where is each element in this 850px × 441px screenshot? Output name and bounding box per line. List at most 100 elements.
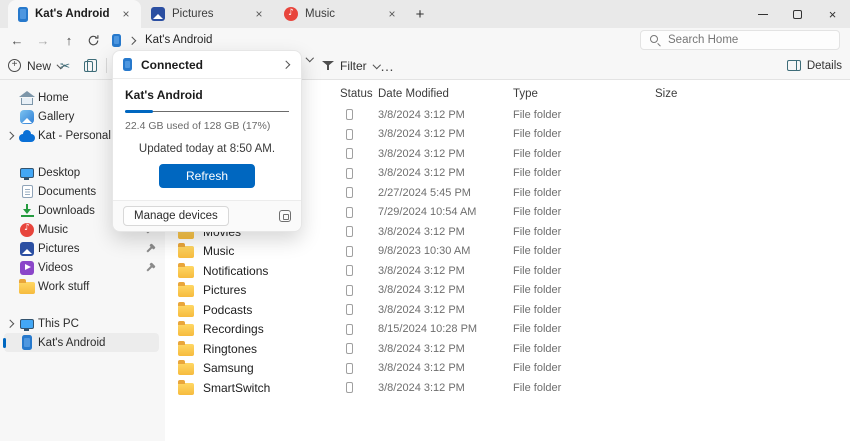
close-button[interactable]: ×	[815, 0, 850, 28]
search-box[interactable]	[640, 30, 840, 50]
on-device-status-icon	[346, 187, 353, 198]
tab-pictures[interactable]: Pictures ×	[141, 0, 274, 28]
on-device-status-icon	[346, 324, 353, 335]
toolbar-divider	[106, 58, 107, 73]
expand-chevron-icon[interactable]	[7, 132, 15, 140]
file-date-modified: 3/8/2024 3:12 PM	[378, 362, 513, 374]
file-date-modified: 2/27/2024 5:45 PM	[378, 187, 513, 199]
on-device-status-icon	[346, 382, 353, 393]
phone-icon	[123, 58, 132, 71]
filter-icon	[322, 60, 334, 72]
device-flyout-header[interactable]: Connected	[113, 51, 301, 79]
file-type: File folder	[513, 206, 655, 218]
sidebar-item-kat-s-android[interactable]: Kat's Android	[4, 333, 159, 352]
file-name: Recordings	[203, 322, 264, 336]
forward-button[interactable]: →	[34, 28, 52, 52]
file-date-modified: 3/8/2024 3:12 PM	[378, 265, 513, 277]
manage-devices-button[interactable]: Manage devices	[123, 206, 229, 226]
new-tab-button[interactable]: +	[407, 0, 433, 28]
search-input[interactable]	[668, 34, 818, 46]
maximize-icon	[793, 10, 802, 19]
sidebar-item-pictures[interactable]: Pictures	[4, 239, 159, 258]
breadcrumb-device[interactable]: Kat's Android	[145, 34, 212, 46]
minimize-icon	[758, 14, 768, 15]
file-row-ringtones[interactable]: Ringtones 3/8/2024 3:12 PM File folder	[165, 339, 850, 359]
view-chevron-down-icon[interactable]	[306, 55, 314, 63]
expand-chevron-icon[interactable]	[7, 320, 15, 328]
file-row-pictures[interactable]: Pictures 3/8/2024 3:12 PM File folder	[165, 281, 850, 301]
connection-status: Connected	[141, 58, 274, 72]
refresh-button[interactable]	[84, 28, 102, 52]
chevron-right-icon[interactable]	[283, 61, 291, 69]
search-icon	[649, 34, 661, 46]
sidebar-item-this-pc[interactable]: This PC	[4, 314, 159, 333]
tab-kat-s-android[interactable]: Kat's Android ×	[8, 0, 141, 28]
file-type: File folder	[513, 226, 655, 238]
file-type: File folder	[513, 167, 655, 179]
device-flyout-footer: Manage devices	[113, 200, 301, 231]
details-view-button[interactable]: Details	[787, 52, 842, 79]
desktop-icon	[20, 168, 34, 178]
file-type: File folder	[513, 148, 655, 160]
file-row-recordings[interactable]: Recordings 8/15/2024 10:28 PM File folde…	[165, 320, 850, 340]
tab-close-icon[interactable]: ×	[385, 7, 399, 21]
tab-music[interactable]: Music ×	[274, 0, 407, 28]
tab-label: Kat's Android	[35, 8, 112, 20]
file-type: File folder	[513, 304, 655, 316]
file-date-modified: 3/8/2024 3:12 PM	[378, 226, 513, 238]
filter-label: Filter	[340, 59, 367, 73]
sidebar-item-videos[interactable]: Videos	[4, 258, 159, 277]
new-button[interactable]: New	[8, 52, 65, 79]
refresh-device-button[interactable]: Refresh	[159, 164, 255, 188]
pictures-icon	[20, 242, 34, 256]
window-controls: ×	[745, 0, 850, 28]
phone-icon[interactable]	[112, 34, 121, 47]
file-date-modified: 9/8/2023 10:30 AM	[378, 245, 513, 257]
minimize-button[interactable]	[745, 0, 780, 28]
manage-devices-icon[interactable]	[279, 210, 291, 222]
new-label: New	[27, 59, 51, 73]
storage-progress-bar	[125, 110, 289, 113]
pictures-icon	[151, 7, 165, 21]
column-header-status[interactable]: Status	[335, 88, 378, 100]
more-options-button[interactable]: …	[380, 52, 395, 79]
file-type: File folder	[513, 284, 655, 296]
on-device-status-icon	[346, 246, 353, 257]
folder-icon	[178, 363, 194, 375]
back-button[interactable]: ←	[8, 28, 26, 52]
gallery-icon	[20, 110, 34, 124]
on-device-status-icon	[346, 168, 353, 179]
file-row-samsung[interactable]: Samsung 3/8/2024 3:12 PM File folder	[165, 359, 850, 379]
sidebar-item-label: Kat's Android	[38, 337, 155, 349]
device-name: Kat's Android	[125, 88, 289, 102]
file-date-modified: 3/8/2024 3:12 PM	[378, 284, 513, 296]
file-row-podcasts[interactable]: Podcasts 3/8/2024 3:12 PM File folder	[165, 300, 850, 320]
pc-icon	[20, 319, 34, 329]
sidebar-item-work-stuff[interactable]: Work stuff	[4, 277, 159, 296]
file-date-modified: 3/8/2024 3:12 PM	[378, 304, 513, 316]
file-row-smartswitch[interactable]: SmartSwitch 3/8/2024 3:12 PM File folder	[165, 378, 850, 398]
refresh-icon	[87, 34, 100, 47]
tab-close-icon[interactable]: ×	[252, 7, 266, 21]
filter-button[interactable]: Filter	[322, 52, 381, 79]
column-header-type[interactable]: Type	[513, 88, 655, 100]
tab-close-icon[interactable]: ×	[119, 7, 133, 21]
maximize-button[interactable]	[780, 0, 815, 28]
chevron-right-icon[interactable]	[129, 36, 137, 44]
file-date-modified: 8/15/2024 10:28 PM	[378, 323, 513, 335]
details-label: Details	[807, 60, 842, 72]
file-date-modified: 3/8/2024 3:12 PM	[378, 382, 513, 394]
navigation-bar: ← → ↑ Kat's Android	[0, 28, 850, 52]
music-icon	[284, 7, 298, 21]
cut-button[interactable]	[58, 52, 72, 79]
folder-icon	[178, 285, 194, 297]
column-header-date-modified[interactable]: Date Modified	[378, 88, 513, 100]
file-row-notifications[interactable]: Notifications 3/8/2024 3:12 PM File fold…	[165, 261, 850, 281]
column-header-size[interactable]: Size	[655, 88, 850, 100]
up-button[interactable]: ↑	[60, 28, 78, 52]
breadcrumb: Kat's Android	[112, 28, 212, 52]
copy-button[interactable]	[84, 52, 93, 79]
on-device-status-icon	[346, 148, 353, 159]
file-row-music[interactable]: Music 9/8/2023 10:30 AM File folder	[165, 242, 850, 262]
file-type: File folder	[513, 245, 655, 257]
